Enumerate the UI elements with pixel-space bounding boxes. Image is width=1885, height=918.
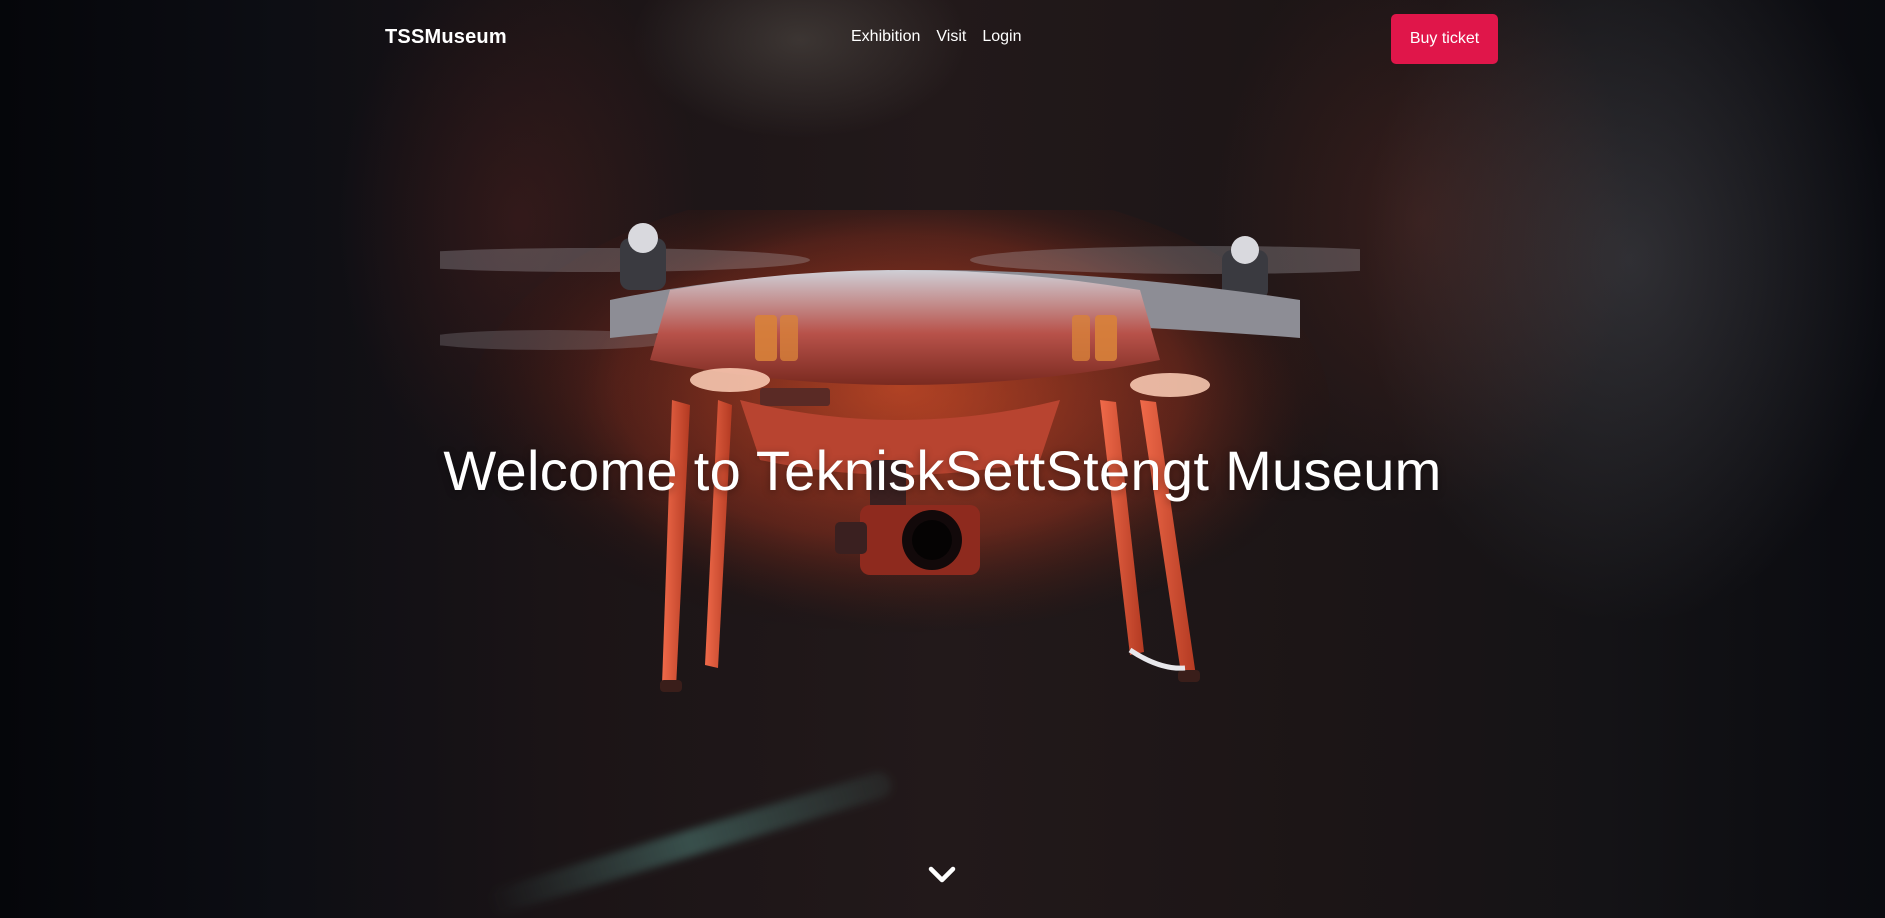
site-logo[interactable]: TSSMuseum <box>385 26 507 49</box>
hero-title: Welcome to TekniskSettStengt Museum <box>443 439 1442 502</box>
main-nav: Exhibition Visit Login <box>851 28 1021 46</box>
nav-link-visit[interactable]: Visit <box>936 28 966 46</box>
nav-link-exhibition[interactable]: Exhibition <box>851 28 920 46</box>
buy-ticket-button[interactable]: Buy ticket <box>1391 14 1498 64</box>
top-navbar: TSSMuseum Exhibition Visit Login Buy tic… <box>0 0 1885 78</box>
scroll-down-button[interactable] <box>926 862 958 888</box>
chevron-down-icon <box>928 866 956 883</box>
hero-section: TSSMuseum Exhibition Visit Login Buy tic… <box>0 0 1885 918</box>
nav-link-login[interactable]: Login <box>982 28 1021 46</box>
